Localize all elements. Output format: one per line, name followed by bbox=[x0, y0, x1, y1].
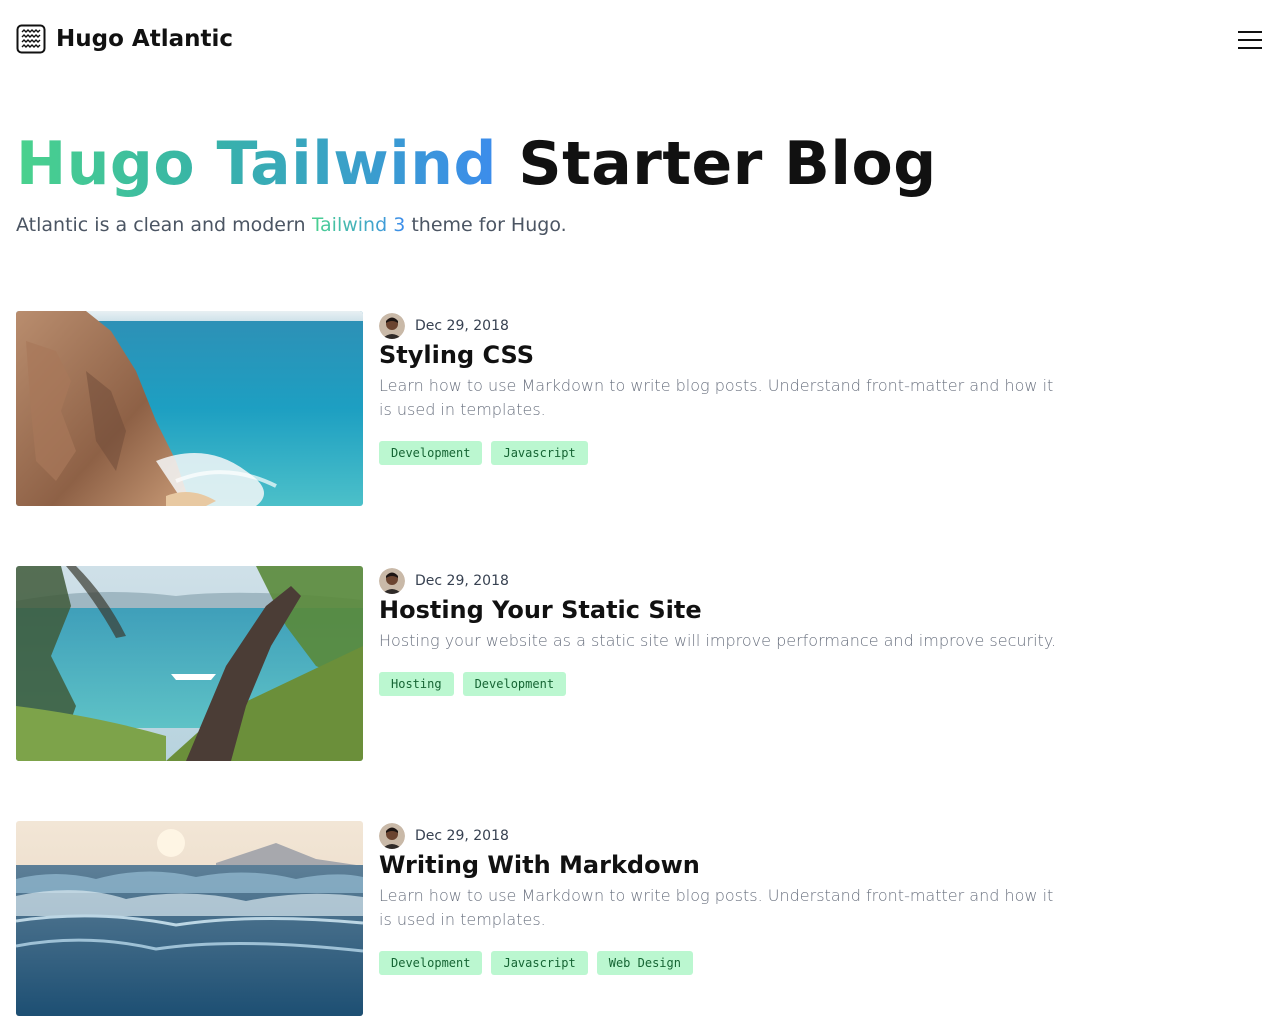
tag[interactable]: Javascript bbox=[491, 951, 588, 975]
post-card: Dec 29, 2018 Styling CSS Learn how to us… bbox=[16, 311, 1064, 506]
post-title[interactable]: Styling CSS bbox=[379, 339, 534, 371]
author-avatar[interactable] bbox=[379, 568, 405, 594]
coastal-cliff-ocean-photo[interactable] bbox=[16, 311, 363, 506]
hero-subtitle: Atlantic is a clean and modern Tailwind … bbox=[16, 211, 567, 239]
post-card: Dec 29, 2018 Hosting Your Static Site Ho… bbox=[16, 566, 1064, 761]
post-date: Dec 29, 2018 bbox=[415, 828, 509, 844]
post-tags: Hosting Development bbox=[379, 672, 567, 696]
ocean-waves-sunset-photo[interactable] bbox=[16, 821, 363, 1016]
post-tags: Development Javascript Web Design bbox=[379, 951, 693, 975]
tag[interactable]: Hosting bbox=[379, 672, 454, 696]
post-card: Dec 29, 2018 Writing With Markdown Learn… bbox=[16, 821, 1064, 1016]
site-header: Hugo Atlantic bbox=[0, 0, 1280, 80]
post-date: Dec 29, 2018 bbox=[415, 573, 509, 589]
post-title[interactable]: Hosting Your Static Site bbox=[379, 594, 702, 626]
post-excerpt: Learn how to use Markdown to write blog … bbox=[379, 376, 1054, 419]
hero-title: Hugo Tailwind Starter Blog bbox=[16, 126, 937, 202]
author-avatar[interactable] bbox=[379, 823, 405, 849]
hero-subtitle-before: Atlantic is a clean and modern bbox=[16, 214, 306, 236]
post-tags: Development Javascript bbox=[379, 441, 588, 465]
post-excerpt: Hosting your website as a static site wi… bbox=[379, 631, 1057, 650]
hero-title-rest: Starter Blog bbox=[518, 129, 937, 199]
post-meta: Dec 29, 2018 bbox=[379, 823, 509, 849]
tag[interactable]: Javascript bbox=[491, 441, 588, 465]
sea-through-pine-branches-photo[interactable] bbox=[16, 566, 363, 761]
brand-link[interactable]: Hugo Atlantic bbox=[16, 24, 233, 54]
post-date: Dec 29, 2018 bbox=[415, 318, 509, 334]
hero-title-highlight: Hugo Tailwind bbox=[16, 129, 497, 199]
author-avatar[interactable] bbox=[379, 313, 405, 339]
post-meta: Dec 29, 2018 bbox=[379, 313, 509, 339]
post-excerpt: Learn how to use Markdown to write blog … bbox=[379, 886, 1054, 929]
brand-name: Hugo Atlantic bbox=[56, 26, 233, 52]
hero-subtitle-highlight: Tailwind 3 bbox=[311, 214, 406, 236]
tag[interactable]: Development bbox=[462, 672, 567, 696]
post-title[interactable]: Writing With Markdown bbox=[379, 849, 700, 881]
post-meta: Dec 29, 2018 bbox=[379, 568, 509, 594]
tag[interactable]: Web Design bbox=[596, 951, 693, 975]
hero-subtitle-after: theme for Hugo. bbox=[411, 214, 567, 236]
waves-logo-icon bbox=[16, 24, 46, 54]
tag[interactable]: Development bbox=[379, 441, 483, 465]
hamburger-menu-icon[interactable] bbox=[1236, 28, 1264, 52]
tag[interactable]: Development bbox=[379, 951, 483, 975]
